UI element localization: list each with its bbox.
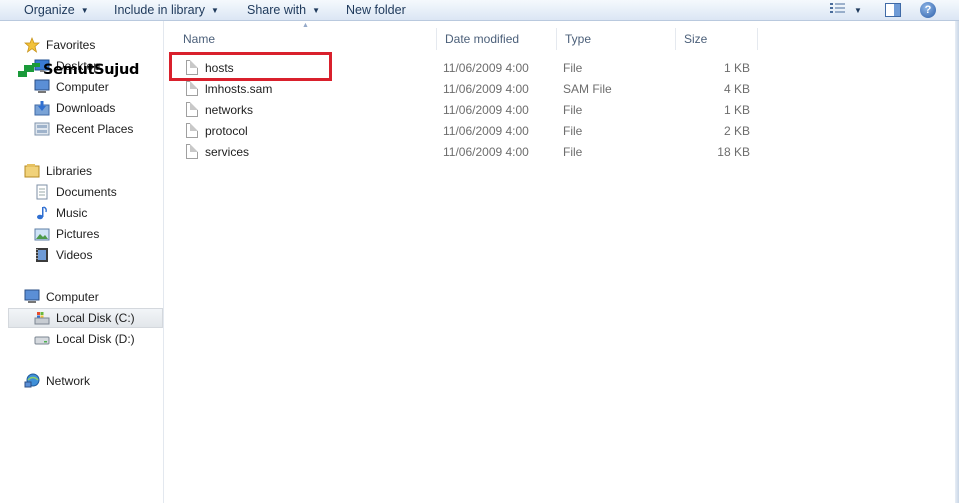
file-row-services[interactable]: services 11/06/2009 4:00 File 18 KB — [172, 141, 762, 162]
nav-network-label: Network — [46, 374, 91, 388]
pictures-icon — [34, 226, 50, 242]
nav-item-local-disk-c[interactable]: Local Disk (C:) — [8, 308, 163, 328]
nav-item-label: Pictures — [56, 227, 100, 241]
chevron-down-icon: ▼ — [80, 5, 89, 15]
view-options-icon — [829, 2, 847, 19]
watermark-text: SemutSujud — [43, 62, 140, 78]
include-in-library-label: Include in library — [114, 3, 206, 17]
computer-icon — [24, 289, 40, 305]
nav-libraries-label: Libraries — [46, 164, 93, 178]
file-date-modified: 11/06/2009 4:00 — [443, 102, 529, 117]
nav-item-downloads[interactable]: Downloads — [34, 98, 115, 118]
file-size: 4 KB — [723, 81, 750, 96]
recent-places-icon — [34, 121, 50, 137]
file-type: File — [563, 60, 583, 75]
share-with-label: Share with — [247, 3, 307, 17]
nav-item-local-disk-d[interactable]: Local Disk (D:) — [34, 329, 135, 349]
libraries-icon — [24, 163, 40, 179]
organize-label: Organize — [24, 3, 75, 17]
nav-network[interactable]: Network — [24, 371, 90, 391]
new-folder-button[interactable]: New folder — [346, 0, 416, 21]
window-right-border — [955, 21, 959, 503]
network-icon — [24, 373, 40, 389]
local-disk-icon — [34, 310, 50, 326]
new-folder-label: New folder — [346, 3, 406, 17]
file-row-protocol[interactable]: protocol 11/06/2009 4:00 File 2 KB — [172, 120, 762, 141]
file-icon — [186, 102, 198, 117]
documents-icon — [34, 184, 50, 200]
nav-computer[interactable]: Computer — [24, 287, 99, 307]
nav-item-pictures[interactable]: Pictures — [34, 224, 99, 244]
nav-item-label: Local Disk (C:) — [56, 311, 135, 325]
chevron-down-icon: ▼ — [854, 6, 862, 15]
computer-icon — [34, 79, 50, 95]
nav-item-label: Local Disk (D:) — [56, 332, 135, 346]
file-type: File — [563, 144, 583, 159]
videos-icon — [34, 247, 50, 263]
nav-item-computer-fav[interactable]: Computer — [34, 77, 109, 97]
file-type: File — [563, 102, 583, 117]
help-icon: ? — [924, 4, 932, 16]
column-header-name[interactable]: Name — [175, 28, 437, 50]
file-size: 1 KB — [723, 102, 750, 117]
file-name: networks — [205, 102, 254, 117]
file-type: File — [563, 123, 583, 138]
file-icon — [186, 123, 198, 138]
file-name: lmhosts.sam — [205, 81, 273, 96]
drive-icon — [34, 331, 50, 347]
music-icon — [34, 205, 50, 221]
nav-item-music[interactable]: Music — [34, 203, 87, 223]
file-icon — [186, 144, 198, 159]
file-date-modified: 11/06/2009 4:00 — [443, 81, 529, 96]
column-header-label: Size — [684, 32, 708, 46]
downloads-icon — [34, 100, 50, 116]
nav-item-label: Computer — [56, 80, 109, 94]
column-header-label: Date modified — [445, 32, 520, 46]
nav-item-label: Downloads — [56, 101, 116, 115]
nav-favorites-label: Favorites — [46, 38, 96, 52]
navigation-pane: Favorites Desktop Computer Downloads Rec… — [0, 21, 164, 503]
file-row-networks[interactable]: networks 11/06/2009 4:00 File 1 KB — [172, 99, 762, 120]
watermark-logo-icon — [18, 63, 40, 77]
include-in-library-button[interactable]: Include in library ▼ — [114, 0, 229, 21]
command-bar: Organize ▼ Include in library ▼ Share wi… — [0, 0, 959, 21]
file-size: 18 KB — [717, 144, 750, 159]
column-header-date-modified[interactable]: Date modified — [437, 28, 557, 50]
nav-item-videos[interactable]: Videos — [34, 245, 92, 265]
chevron-down-icon: ▼ — [312, 5, 320, 15]
nav-computer-label: Computer — [46, 290, 99, 304]
nav-item-recent-places[interactable]: Recent Places — [34, 119, 133, 139]
column-header-label: Name — [183, 32, 216, 46]
file-date-modified: 11/06/2009 4:00 — [443, 60, 529, 75]
chevron-down-icon: ▼ — [211, 5, 219, 15]
file-type: SAM File — [563, 81, 612, 96]
nav-item-label: Documents — [56, 185, 117, 199]
column-header-size[interactable]: Size — [676, 28, 758, 50]
file-size: 2 KB — [723, 123, 750, 138]
column-header-type[interactable]: Type — [557, 28, 676, 50]
preview-pane-button[interactable] — [885, 3, 901, 17]
file-name: services — [205, 144, 250, 159]
organize-menu-button[interactable]: Organize ▼ — [24, 0, 99, 21]
file-date-modified: 11/06/2009 4:00 — [443, 123, 529, 138]
nav-item-label: Music — [56, 206, 88, 220]
watermark: SemutSujud — [18, 62, 139, 78]
file-icon — [186, 81, 198, 96]
share-with-button[interactable]: Share with ▼ — [247, 0, 330, 21]
view-options-button[interactable]: ▼ — [829, 3, 865, 18]
highlight-box — [169, 52, 332, 81]
nav-item-label: Videos — [56, 248, 93, 262]
help-button[interactable]: ? — [920, 2, 936, 18]
file-date-modified: 11/06/2009 4:00 — [443, 144, 529, 159]
star-icon — [24, 37, 40, 53]
nav-item-label: Recent Places — [56, 122, 134, 136]
file-size: 1 KB — [723, 60, 750, 75]
nav-libraries[interactable]: Libraries — [24, 161, 92, 181]
preview-pane-icon — [885, 3, 901, 17]
nav-item-documents[interactable]: Documents — [34, 182, 117, 202]
nav-favorites[interactable]: Favorites — [24, 35, 95, 55]
file-row-lmhosts[interactable]: lmhosts.sam 11/06/2009 4:00 SAM File 4 K… — [172, 78, 762, 99]
file-name: protocol — [205, 123, 248, 138]
column-header-label: Type — [565, 32, 592, 46]
